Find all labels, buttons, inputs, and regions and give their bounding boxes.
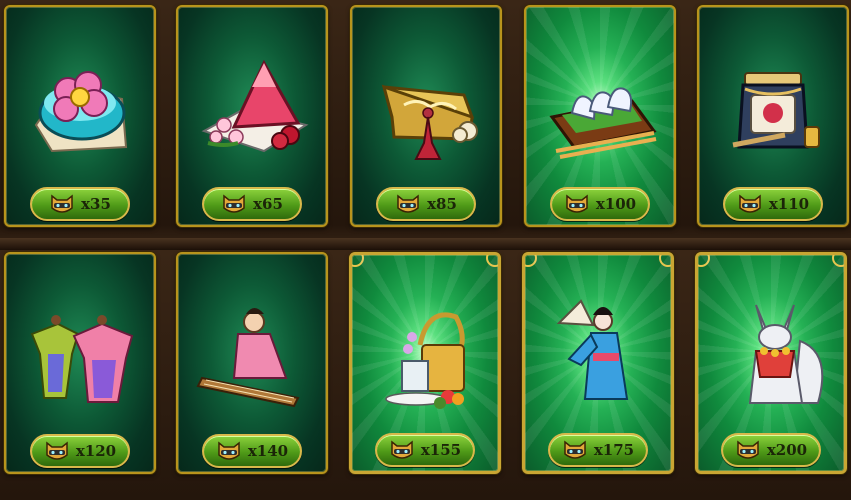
price-label: x175 (593, 441, 635, 459)
cat-mask-coin-icon (223, 194, 245, 213)
cat-mask-coin-icon (397, 194, 419, 213)
sakura-cake-slice-icon (201, 59, 309, 153)
cat-mask-coin-icon (218, 441, 240, 460)
cat-mask-coin-icon (564, 440, 586, 459)
price-button[interactable]: x110 (723, 187, 823, 221)
shop-card-picnic-basket[interactable]: x155 (349, 252, 501, 474)
shop-card-onigiri-plate[interactable]: x100 (524, 5, 676, 227)
shop-card-sakura-cake[interactable]: x65 (176, 5, 328, 227)
price-button[interactable]: x65 (202, 187, 302, 221)
price-label: x65 (253, 195, 283, 213)
koto-player-icon (196, 308, 300, 408)
cat-mask-coin-icon (391, 440, 413, 459)
cat-mask-coin-icon (46, 441, 68, 460)
price-label: x120 (75, 442, 117, 460)
row-divider (0, 238, 851, 250)
price-button[interactable]: x85 (376, 187, 476, 221)
shop-card-fan-dancer[interactable]: x175 (522, 252, 674, 474)
shop-card-koto-player[interactable]: x140 (176, 252, 328, 474)
price-button[interactable]: x100 (550, 187, 650, 221)
shop-card-mochi-bowl[interactable]: x35 (4, 5, 156, 227)
onigiri-chopsticks-icon (549, 87, 657, 159)
price-button[interactable]: x155 (375, 433, 475, 467)
price-button[interactable]: x140 (202, 434, 302, 468)
price-label: x100 (595, 195, 637, 213)
bento-basket-icon (385, 312, 465, 409)
flower-mochi-bowl-icon (34, 71, 128, 153)
cat-mask-coin-icon (737, 440, 759, 459)
shop-card-golden-purse[interactable]: x85 (350, 5, 502, 227)
golden-purse-tassel-icon (381, 84, 478, 160)
price-button[interactable]: x120 (30, 434, 130, 468)
kimono-mannequins-icon (30, 315, 134, 403)
price-button[interactable]: x35 (30, 187, 130, 221)
shop-card-kimono-mannequins[interactable]: x120 (4, 252, 156, 474)
sake-barrel-mallet-icon (732, 72, 820, 149)
price-label: x110 (768, 195, 810, 213)
shop-grid: x35 x65 x85 x100 x110 x120 x140 x155 x17… (0, 0, 851, 500)
price-button[interactable]: x175 (548, 433, 648, 467)
cat-mask-coin-icon (51, 194, 73, 213)
price-label: x140 (247, 442, 289, 460)
price-button[interactable]: x200 (721, 433, 821, 467)
price-label: x85 (427, 195, 457, 213)
cat-mask-coin-icon (566, 194, 588, 213)
price-label: x35 (81, 195, 111, 213)
kitsune-fox-icon (748, 304, 824, 404)
geisha-fan-dancer-icon (556, 299, 629, 400)
shop-card-sake-barrel[interactable]: x110 (697, 5, 849, 227)
price-label: x200 (766, 441, 808, 459)
shop-card-kitsune-statue[interactable]: x200 (695, 252, 847, 474)
cat-mask-coin-icon (739, 194, 761, 213)
price-label: x155 (420, 441, 462, 459)
